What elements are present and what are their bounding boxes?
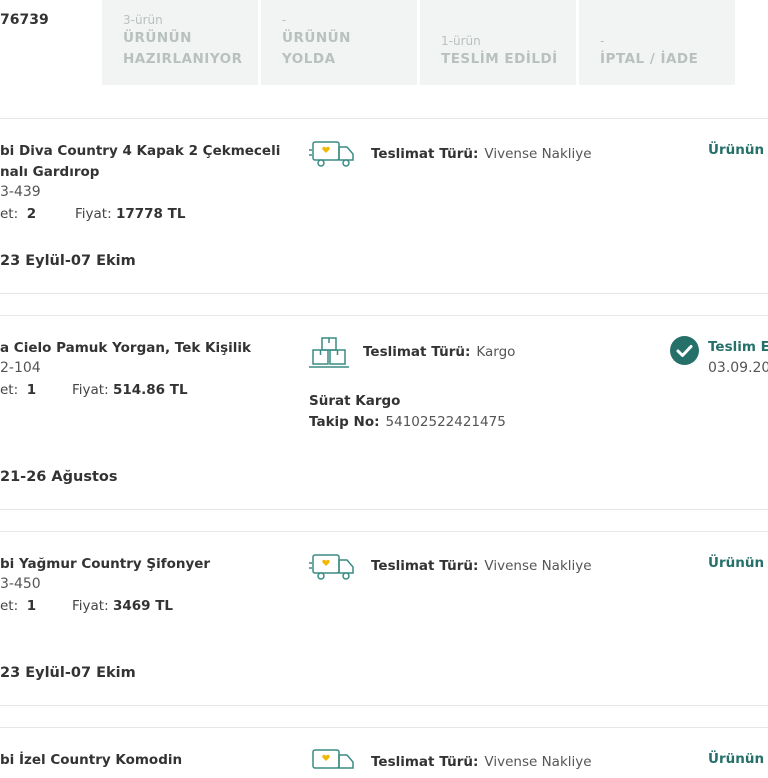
item-status-link[interactable]: Teslim Ed [708,339,768,355]
price: Fiyat: 3469 TL [72,598,174,614]
item-status-link[interactable]: Ürünün h [708,555,768,571]
status-count: - [282,13,287,27]
status-tab-cancel-return[interactable]: - İPTAL / İADE [579,0,735,85]
tracking-number[interactable]: Takip No: 54102522421475 [309,414,506,430]
carrier-name: Sürat Kargo [309,393,401,409]
boxes-icon [309,337,349,368]
status-label: ÜRÜNÜN [282,30,351,46]
divider [0,727,768,728]
product-code: 3-450 [0,576,41,592]
shipping-type: Teslimat Türü: Kargo [363,344,516,360]
delivery-date-range: 23 Eylül-07 Ekim [0,253,136,269]
status-label: TESLİM EDİLDİ [441,51,558,67]
order-number: 76739 [0,12,49,28]
divider [0,293,768,294]
divider [0,705,768,706]
quantity: et: 2 [0,206,37,222]
status-tab-on-the-way[interactable]: - ÜRÜNÜN YOLDA [261,0,417,85]
divider [0,531,768,532]
product-name[interactable]: bi Diva Country 4 Kapak 2 Çekmeceli nalı… [0,141,290,183]
truck-icon [309,554,354,580]
item-status-link[interactable]: Ürünün h [708,751,768,767]
status-count: - [600,34,605,48]
delivered-date: 03.09.20 [708,360,768,376]
price: Fiyat: 17778 TL [75,206,186,222]
check-icon [670,336,699,365]
quantity: et: 1 [0,382,37,398]
status-label: ÜRÜNÜN [123,30,192,46]
status-count: 3-ürün [123,13,163,27]
status-count: 1-ürün [441,34,481,48]
divider [0,509,768,510]
shipping-type: Teslimat Türü: Vivense Nakliye [371,558,592,574]
product-name[interactable]: a Cielo Pamuk Yorgan, Tek Kişilik [0,338,290,359]
product-name[interactable]: bi Yağmur Country Şifonyer [0,554,290,575]
product-code: 2-104 [0,360,41,376]
delivery-date-range: 23 Eylül-07 Ekim [0,665,136,681]
status-label: HAZIRLANIYOR [123,51,243,67]
status-tab-delivered[interactable]: 1-ürün TESLİM EDİLDİ [420,0,576,85]
delivery-date-range: 21-26 Ağustos [0,469,118,485]
quantity: et: 1 [0,598,37,614]
status-tab-preparing[interactable]: 3-ürün ÜRÜNÜN HAZIRLANIYOR [102,0,258,85]
truck-icon [312,749,354,769]
price: Fiyat: 514.86 TL [72,382,188,398]
divider [0,118,768,119]
item-status-link[interactable]: Ürünün h [708,142,768,158]
divider [0,315,768,316]
status-label: İPTAL / İADE [600,51,699,67]
truck-icon [309,141,354,167]
status-label: YOLDA [282,51,336,67]
product-code: 3-439 [0,184,41,200]
shipping-type: Teslimat Türü: Vivense Nakliye [371,146,592,162]
